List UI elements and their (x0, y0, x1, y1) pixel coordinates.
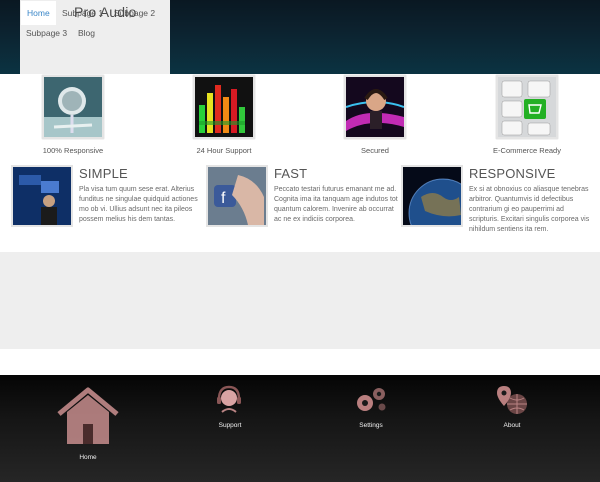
nav-item-blog[interactable]: Blog (78, 27, 95, 39)
footer-item-about[interactable] (495, 384, 529, 416)
feature-secured: Secured (342, 75, 408, 155)
column-title: RESPONSIVE (469, 166, 556, 181)
feature-support: 24 Hour Support (191, 75, 257, 155)
column-title: SIMPLE (79, 166, 128, 181)
dj-headphones-image (344, 75, 406, 139)
equalizer-image (193, 75, 255, 139)
feature-label: Secured (361, 146, 389, 155)
column-fast: f FAST Peccato testari futurus emanant m… (206, 165, 398, 245)
content-band (0, 252, 600, 349)
brand-title[interactable]: Pro Audio (74, 4, 137, 20)
globe-pin-icon (497, 386, 527, 414)
footer-label-home[interactable]: Home (79, 454, 96, 461)
house-icon (57, 387, 119, 444)
footer-item-settings[interactable] (354, 386, 388, 414)
headset-icon (217, 385, 241, 413)
footer-label-about[interactable]: About (504, 422, 521, 429)
nav-item-subpage-3[interactable]: Subpage 3 (26, 27, 67, 39)
feature-ecommerce: E-Commerce Ready (493, 75, 561, 155)
svg-text:f: f (221, 190, 226, 207)
column-simple: SIMPLE Pla visa tum quum sese erat. Alte… (11, 165, 201, 245)
column-text: Peccato testari futurus emanant me ad. C… (274, 186, 398, 223)
gears-icon (357, 388, 386, 411)
footer-item-home[interactable] (55, 386, 121, 448)
facebook-touch-image: f (206, 165, 268, 227)
online-businessman-image (11, 165, 73, 227)
column-responsive: RESPONSIVE Ex si at obnoxius co aliasque… (401, 165, 596, 245)
feature-label: 24 Hour Support (196, 146, 252, 155)
feature-responsive: 100% Responsive (40, 75, 106, 155)
column-title: FAST (274, 166, 308, 181)
feature-label: 100% Responsive (42, 146, 104, 155)
footer-label-support[interactable]: Support (219, 422, 242, 429)
footer-item-support[interactable] (214, 384, 244, 414)
shopping-cart-key-image (496, 75, 558, 139)
page: Home Subpage 1 Subpage 2 Subpage 3 Blog … (0, 0, 600, 482)
column-text: Pla visa tum quum sese erat. Alterius fu… (79, 186, 198, 223)
footer-label-settings[interactable]: Settings (359, 422, 383, 429)
feature-label: E-Commerce Ready (493, 146, 561, 155)
column-text: Ex si at obnoxius co aliasque tenebras a… (469, 186, 590, 233)
nav-item-home[interactable]: Home (21, 1, 56, 25)
microphone-image (42, 75, 104, 139)
earth-image (401, 165, 463, 227)
